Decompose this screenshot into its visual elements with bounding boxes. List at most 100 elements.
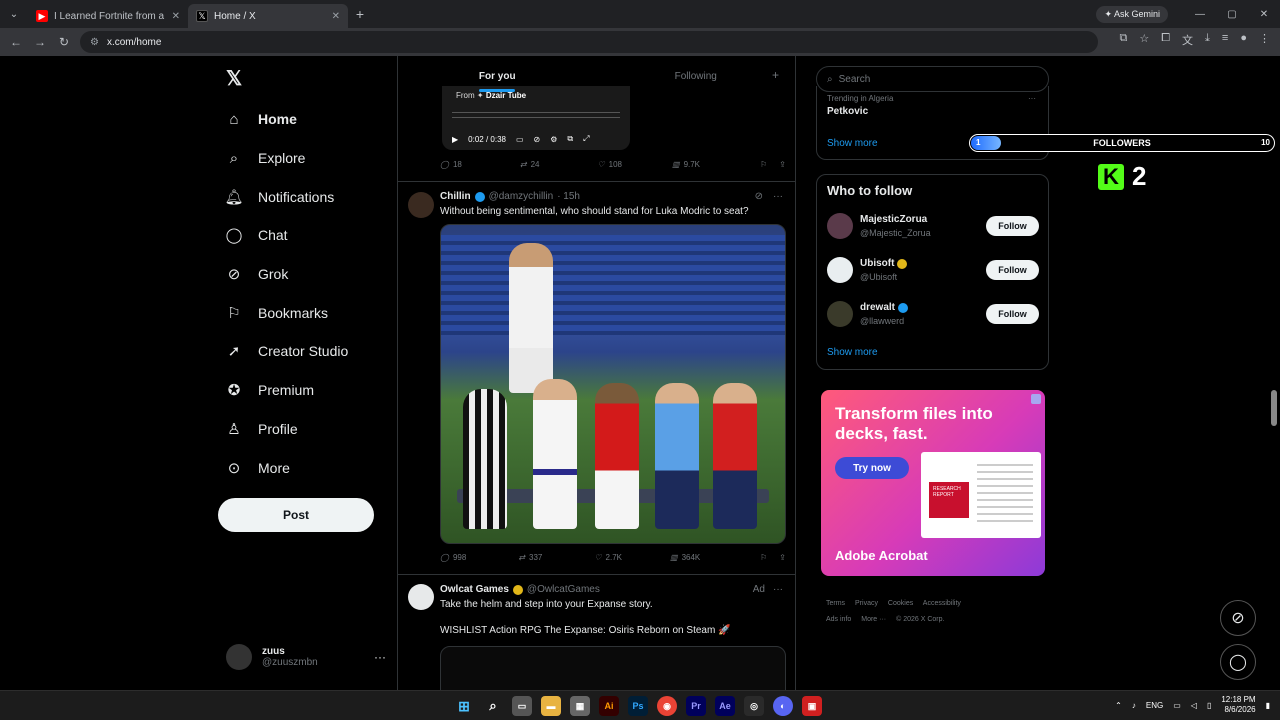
tab-following[interactable]: Following (597, 71, 796, 82)
search-input[interactable]: ⌕ Search (816, 66, 1049, 92)
try-now-button[interactable]: Try now (835, 457, 909, 479)
play-icon[interactable]: ▶ (452, 135, 458, 144)
author-name[interactable]: Chillin (440, 191, 471, 202)
media-icon[interactable]: ≡ (1222, 32, 1228, 48)
add-tab-icon[interactable]: + (772, 68, 779, 82)
captions-icon[interactable]: ▭ (516, 135, 524, 144)
install-icon[interactable]: ⧉ (1120, 32, 1128, 48)
footer-link[interactable]: Cookies (888, 600, 913, 607)
like-button[interactable]: ♡ 2.7K (594, 553, 622, 562)
download-icon[interactable]: ⤓ (1205, 32, 1210, 48)
footer-link[interactable]: Ads info (826, 616, 851, 623)
avatar[interactable] (408, 192, 434, 218)
ask-gemini-button[interactable]: ✦ Ask Gemini (1096, 6, 1168, 23)
tab-search-icon[interactable]: ⌄ (0, 0, 28, 28)
acrobat-ad[interactable]: Transform files into decks, fast. Try no… (821, 390, 1045, 576)
extensions-icon[interactable]: ⧠ (1161, 32, 1170, 48)
sidebar-item-more[interactable]: ⊙ More (224, 448, 348, 487)
show-more-link[interactable]: Show more (827, 138, 878, 149)
sidebar-item-chat[interactable]: ◯ Chat (224, 216, 348, 255)
forward-icon[interactable]: → (28, 30, 52, 54)
ad-choices-icon[interactable] (1031, 394, 1041, 404)
avatar[interactable] (408, 584, 434, 610)
grok-icon[interactable]: ⊘ (1220, 600, 1256, 636)
clock[interactable]: 12:18 PM 8/6/2026 (1221, 695, 1255, 715)
suggestion-item[interactable]: Ubisoft @Ubisoft Follow (827, 257, 1039, 287)
url-field[interactable]: ⚙ x.com/home (80, 31, 1098, 53)
tab-for-you[interactable]: For you (398, 71, 597, 92)
follow-button[interactable]: Follow (986, 260, 1039, 280)
sidebar-item-profile[interactable]: ♙ Profile (224, 410, 348, 449)
discord-icon[interactable]: ◐ (773, 696, 793, 716)
account-switcher[interactable]: zuus @zuuszmbn ··· (226, 644, 386, 670)
profile-icon[interactable]: ● (1240, 32, 1247, 48)
show-more-link[interactable]: Show more (827, 347, 878, 358)
obs-icon[interactable]: ◎ (744, 696, 764, 716)
bookmark-button[interactable]: ⚐ (760, 553, 767, 562)
minimize-icon[interactable]: — (1184, 0, 1216, 28)
follow-button[interactable]: Follow (986, 216, 1039, 236)
close-window-icon[interactable]: ✕ (1248, 0, 1280, 28)
close-tab-icon[interactable]: ✕ (172, 11, 180, 22)
more-dots-icon[interactable]: ··· (773, 191, 783, 202)
premiere-icon[interactable]: Pr (686, 696, 706, 716)
x-logo-icon[interactable]: 𝕏 (226, 66, 242, 91)
suggestion-item[interactable]: MajesticZorua @Majestic_Zorua Follow (827, 213, 1039, 243)
post-image[interactable] (440, 224, 786, 544)
sidebar-item-home[interactable]: ⌂ Home (224, 100, 348, 139)
mute-icon[interactable]: ⊘ (534, 135, 541, 144)
chat-icon[interactable]: ◯ (1220, 644, 1256, 680)
star-icon[interactable]: ☆ (1139, 32, 1149, 48)
sidebar-item-creator-studio[interactable]: ➚ Creator Studio (224, 332, 349, 371)
fullscreen-icon[interactable]: ⤢ (583, 134, 589, 144)
reply-button[interactable]: ◯ 18 (440, 160, 462, 169)
windows-start-icon[interactable]: ⊞ (454, 696, 474, 716)
footer-link[interactable]: Accessibility (923, 600, 961, 607)
repost-button[interactable]: ⇄ 337 (518, 553, 542, 562)
sidebar-item-explore[interactable]: ⌕ Explore (224, 139, 348, 178)
maximize-icon[interactable]: ▢ (1216, 0, 1248, 28)
site-info-icon[interactable]: ⚙ (90, 37, 99, 48)
bookmark-button[interactable]: ⚐ (760, 160, 767, 169)
grok-icon[interactable]: ⊘ (755, 191, 763, 202)
tab-x-home[interactable]: 𝕏 Home / X ✕ (188, 4, 348, 28)
volume-icon[interactable]: ◁ (1191, 701, 1197, 710)
chevron-up-icon[interactable]: ⌃ (1115, 701, 1122, 710)
mic-icon[interactable]: ♪ (1132, 701, 1136, 710)
author-handle[interactable]: @OwlcatGames (527, 584, 600, 595)
views-button[interactable]: ▥ 364K (670, 553, 700, 562)
menu-icon[interactable]: ⋮ (1259, 32, 1270, 48)
suggestion-item[interactable]: drewalt @llawwerd Follow (827, 301, 1039, 331)
footer-link[interactable]: More ··· (861, 616, 886, 623)
share-icon[interactable]: ⇪ (779, 160, 786, 169)
footer-link[interactable]: Privacy (855, 600, 878, 607)
app-icon[interactable]: ▣ (802, 696, 822, 716)
battery-icon[interactable]: ▯ (1207, 701, 1211, 710)
post-button[interactable]: Post (218, 498, 374, 532)
notifications-icon[interactable]: ▮ (1266, 701, 1270, 710)
reply-button[interactable]: ◯ 998 (440, 553, 466, 562)
follow-button[interactable]: Follow (986, 304, 1039, 324)
views-button[interactable]: ▥ 9.7K (672, 160, 700, 169)
settings-icon[interactable]: ⚙ (550, 135, 557, 144)
author-name[interactable]: Owlcat Games (440, 584, 509, 595)
file-explorer-icon[interactable]: ▬ (541, 696, 561, 716)
repost-button[interactable]: ⇄ 24 (520, 160, 540, 169)
ad-video[interactable] (440, 646, 786, 690)
sidebar-item-notifications[interactable]: 🔔︎ Notifications (224, 177, 348, 216)
more-dots-icon[interactable]: ··· (374, 650, 386, 664)
photoshop-icon[interactable]: Ps (628, 696, 648, 716)
close-tab-icon[interactable]: ✕ (332, 11, 340, 22)
trend-name[interactable]: Petkovic (827, 106, 868, 117)
language-indicator[interactable]: ENG (1146, 701, 1163, 710)
like-button[interactable]: ♡ 108 (597, 160, 622, 169)
after-effects-icon[interactable]: Ae (715, 696, 735, 716)
author-handle[interactable]: @damzychillin (489, 191, 554, 202)
scrollbar-thumb[interactable] (1271, 390, 1277, 426)
back-icon[interactable]: ← (4, 30, 28, 54)
new-tab-button[interactable]: + (348, 6, 372, 22)
scrollbar[interactable] (1270, 60, 1278, 686)
sidebar-item-grok[interactable]: ⊘ Grok (224, 255, 348, 294)
illustrator-icon[interactable]: Ai (599, 696, 619, 716)
translate-icon[interactable]: 文 (1182, 32, 1193, 48)
